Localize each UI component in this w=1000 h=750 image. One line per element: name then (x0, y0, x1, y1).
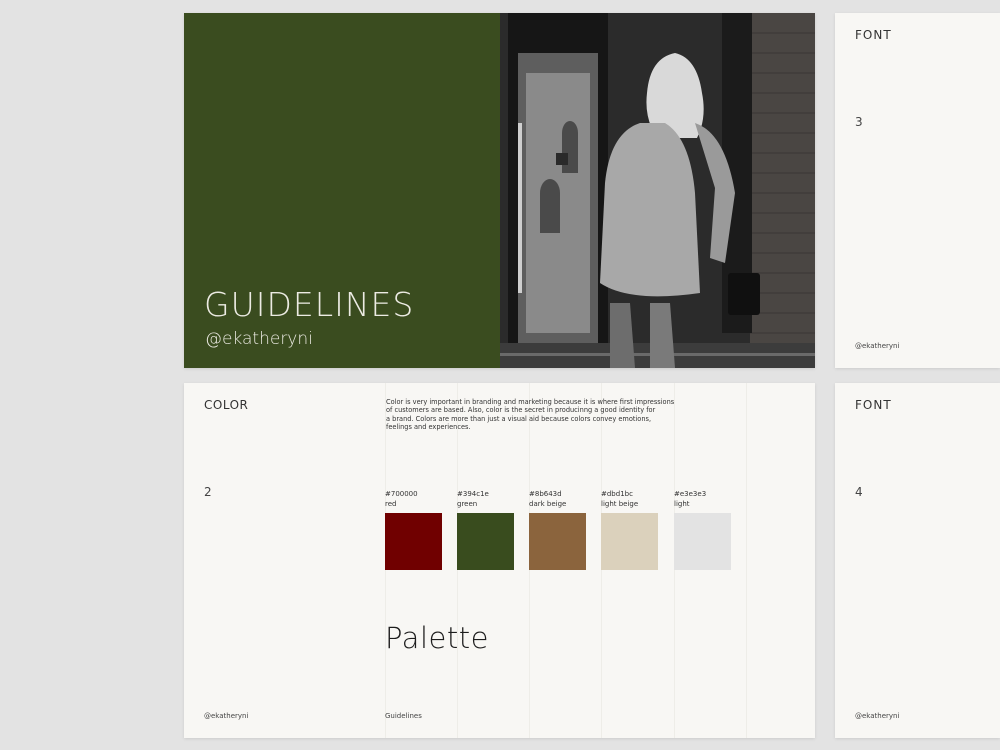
swatch-name: green (457, 500, 478, 508)
slide-label: COLOR (204, 398, 249, 412)
swatch-red[interactable]: #700000 red (385, 489, 445, 570)
swatch-box (457, 513, 514, 570)
swatch-dark-beige[interactable]: #8b643d dark beige (529, 489, 589, 570)
swatch-name: red (385, 500, 397, 508)
slide-number: 2 (204, 485, 212, 499)
slide-footer: @ekatheryni (855, 712, 900, 720)
slide-number: 4 (855, 485, 863, 499)
swatch-name: light (674, 500, 690, 508)
swatch-box (674, 513, 731, 570)
font-slide-3[interactable]: FONT 3 @ekatheryni (835, 13, 1000, 368)
description-paragraph: Color is very important in branding and … (386, 398, 675, 415)
slide-label: FONT (855, 398, 892, 412)
color-slide[interactable]: COLOR 2 Color is very important in brand… (184, 383, 815, 738)
swatch-light-beige[interactable]: #dbd1bc light beige (601, 489, 661, 570)
cover-handle: @ekatheryni (205, 329, 313, 349)
swatch-hex: #dbd1bc (601, 490, 633, 498)
swatch-hex: #394c1e (457, 490, 489, 498)
swatch-name: dark beige (529, 500, 567, 508)
palette-title: Palette (385, 621, 489, 655)
swatch-hex: #8b643d (529, 490, 562, 498)
slide-number: 3 (855, 115, 863, 129)
grid-line (746, 383, 747, 738)
cover-photo (500, 13, 815, 368)
swatch-box (385, 513, 442, 570)
swatch-light[interactable]: #e3e3e3 light (674, 489, 734, 570)
slide-footer-title: Guidelines (385, 712, 422, 720)
color-description: Color is very important in branding and … (386, 398, 676, 432)
swatch-name: light beige (601, 500, 639, 508)
cover-slide[interactable]: GUIDELINES @ekatheryni (184, 13, 815, 368)
slide-label: FONT (855, 28, 892, 42)
swatch-green[interactable]: #394c1e green (457, 489, 517, 570)
slide-footer: @ekatheryni (855, 342, 900, 350)
swatch-hex: #e3e3e3 (674, 490, 707, 498)
font-slide-4[interactable]: FONT 4 @ekatheryni (835, 383, 1000, 738)
swatch-box (601, 513, 658, 570)
description-paragraph: a brand. Colors are more than just a vis… (386, 414, 652, 432)
swatch-hex: #700000 (385, 490, 418, 498)
slide-footer: @ekatheryni (204, 712, 249, 720)
swatch-box (529, 513, 586, 570)
cover-title: GUIDELINES (204, 285, 415, 324)
